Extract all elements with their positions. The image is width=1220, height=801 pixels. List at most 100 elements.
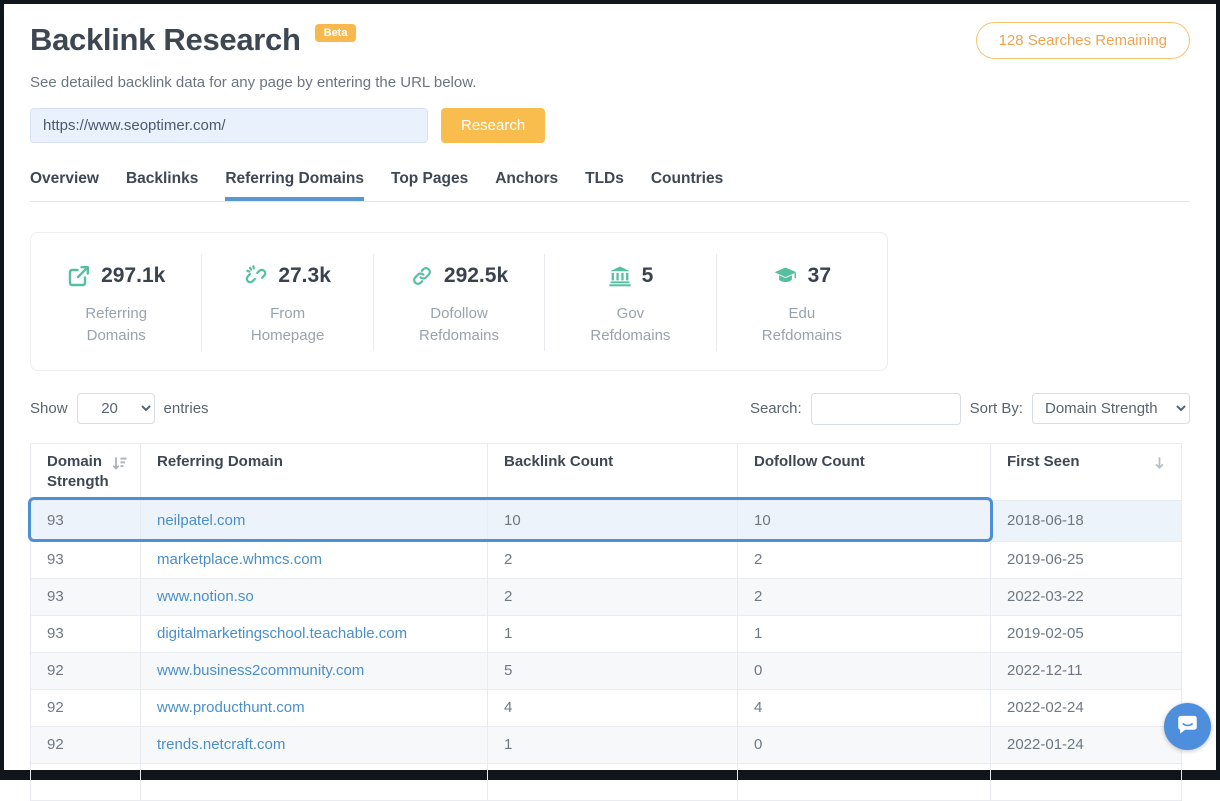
backlink-count-cell: 1 [488,726,738,763]
broken-link-icon [244,264,268,288]
stat-value: 27.3k [278,264,331,288]
domain-strength-cell [31,763,141,800]
dofollow-count-cell: 2 [738,578,991,615]
column-header-domain-strength[interactable]: Domain Strength [31,443,141,500]
column-header-backlink-count[interactable]: Backlink Count [488,443,738,500]
stat-label: Dofollow Refdomains [404,303,514,347]
referring-domain-link[interactable]: marketplace.whmcs.com [157,551,322,568]
first-seen-cell: 2019-06-25 [991,541,1182,578]
domain-strength-cell: 92 [31,689,141,726]
table-row[interactable] [31,763,1182,800]
table-row[interactable]: 93 www.notion.so 2 2 2022-03-22 [31,578,1182,615]
url-research-form: Research [30,108,1190,143]
domain-strength-cell: 93 [31,615,141,652]
backlink-count-cell: 2 [488,541,738,578]
stat-label: Gov Refdomains [575,303,685,347]
tab-overview[interactable]: Overview [30,170,99,201]
stat-label: From Homepage [233,303,343,347]
dofollow-count-cell [738,763,991,800]
dofollow-count-cell: 1 [738,615,991,652]
sort-by-select[interactable]: Domain Strength [1032,393,1190,424]
url-input[interactable] [30,108,428,143]
stat-referring-domains: 297.1k Referring Domains [31,254,202,351]
first-seen-cell: 2018-06-18 [991,500,1182,541]
page: Backlink Research Beta 128 Searches Rema… [4,4,1216,801]
referring-domain-link[interactable]: www.business2community.com [157,662,364,679]
bank-icon [608,264,632,288]
header: Backlink Research Beta 128 Searches Rema… [30,22,1190,59]
dofollow-count-cell: 4 [738,689,991,726]
first-seen-cell: 2022-01-24 [991,726,1182,763]
tab-bar: Overview Backlinks Referring Domains Top… [30,170,1190,202]
chat-bubble-icon [1174,711,1201,743]
stat-value: 5 [642,264,654,288]
search-input[interactable] [811,393,961,425]
tab-top-pages[interactable]: Top Pages [391,170,468,201]
stat-gov-refdomains: 5 Gov Refdomains [545,254,716,351]
page-size-select[interactable]: 20 [77,393,155,424]
column-header-dofollow-count[interactable]: Dofollow Count [738,443,991,500]
search-label: Search: [750,400,802,417]
referring-domains-table: Domain Strength [30,443,1190,801]
stat-value: 292.5k [444,264,508,288]
stat-value: 297.1k [101,264,165,288]
external-link-icon [67,264,91,288]
table-row[interactable]: 93 marketplace.whmcs.com 2 2 2019-06-25 [31,541,1182,578]
first-seen-cell [991,763,1182,800]
referring-domain-link[interactable]: www.producthunt.com [157,699,305,716]
tab-anchors[interactable]: Anchors [495,170,558,201]
domain-strength-cell: 92 [31,726,141,763]
table-row[interactable]: 92 www.business2community.com 5 0 2022-1… [31,652,1182,689]
domain-strength-cell: 93 [31,541,141,578]
table-row[interactable]: 93 digitalmarketingschool.teachable.com … [31,615,1182,652]
stat-value: 37 [808,264,831,288]
entries-label: entries [164,400,209,417]
first-seen-cell: 2019-02-05 [991,615,1182,652]
tab-backlinks[interactable]: Backlinks [126,170,198,201]
column-header-referring-domain[interactable]: Referring Domain [141,443,488,500]
backlink-count-cell: 1 [488,615,738,652]
first-seen-cell: 2022-12-11 [991,652,1182,689]
backlink-count-cell: 10 [488,500,738,541]
tab-tlds[interactable]: TLDs [585,170,624,201]
graduation-cap-icon [773,264,798,288]
chat-launcher-button[interactable] [1164,703,1211,750]
sort-by-label: Sort By: [970,400,1023,417]
tab-countries[interactable]: Countries [651,170,723,201]
domain-strength-cell: 93 [31,500,141,541]
column-header-first-seen[interactable]: First Seen [991,443,1182,500]
table-header-row: Domain Strength [31,443,1182,500]
dofollow-count-cell: 0 [738,652,991,689]
backlink-count-cell: 2 [488,578,738,615]
page-title: Backlink Research [30,22,301,58]
stat-dofollow-refdomains: 292.5k Dofollow Refdomains [374,254,545,351]
stat-label: Referring Domains [61,303,171,347]
backlink-count-cell: 5 [488,652,738,689]
beta-badge: Beta [315,24,357,42]
dofollow-count-cell: 2 [738,541,991,578]
link-icon [410,264,434,288]
backlink-count-cell [488,763,738,800]
show-label: Show [30,400,68,417]
tab-referring-domains[interactable]: Referring Domains [225,170,364,201]
research-button[interactable]: Research [441,108,545,143]
domain-strength-cell: 93 [31,578,141,615]
stats-card: 297.1k Referring Domains 27.3k From Home… [30,232,888,371]
table-row[interactable]: 93 neilpatel.com 10 10 2018-06-18 [31,500,1182,541]
page-subtitle: See detailed backlink data for any page … [30,74,1190,91]
table-controls: Show 20 entries Search: Sort By: Domain … [30,393,1190,425]
sort-amount-down-icon [111,455,128,478]
table-row[interactable]: 92 www.producthunt.com 4 4 2022-02-24 [31,689,1182,726]
backlink-count-cell: 4 [488,689,738,726]
dofollow-count-cell: 10 [738,500,991,541]
table-row[interactable]: 92 trends.netcraft.com 1 0 2022-01-24 [31,726,1182,763]
referring-domain-link[interactable]: digitalmarketingschool.teachable.com [157,625,407,642]
searches-remaining-button[interactable]: 128 Searches Remaining [976,22,1190,59]
referring-domain-link[interactable]: neilpatel.com [157,512,245,529]
first-seen-cell: 2022-02-24 [991,689,1182,726]
stat-label: Edu Refdomains [747,303,857,347]
stat-edu-refdomains: 37 Edu Refdomains [717,254,887,351]
referring-domain-link[interactable]: www.notion.so [157,588,254,605]
referring-domain-link[interactable]: trends.netcraft.com [157,736,285,753]
sort-down-arrow-icon [1152,456,1167,477]
